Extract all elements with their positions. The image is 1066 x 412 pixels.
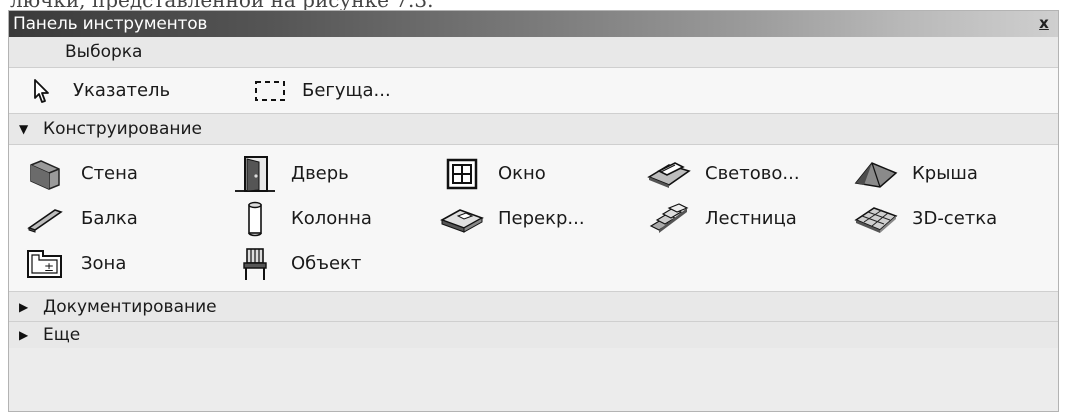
tool-pointer[interactable]: Указатель [27, 71, 252, 111]
selection-tools-row: Указатель Бегуща... [9, 68, 1058, 114]
tool-stair-label: Лестница [705, 208, 797, 229]
svg-text:±: ± [44, 260, 54, 274]
beam-icon [23, 201, 67, 237]
tool-beam-label: Балка [81, 208, 138, 229]
tool-roof[interactable]: Крыша [854, 154, 1044, 194]
object-icon [233, 246, 277, 282]
chevron-right-icon: ▶ [19, 299, 29, 314]
tool-skylight-label: Светово... [705, 163, 800, 184]
marquee-icon [252, 73, 288, 109]
window-icon [440, 156, 484, 192]
construction-tools-row: Стена Дверь Окно Светово... Крыша [23, 151, 1058, 196]
tool-skylight[interactable]: Светово... [647, 154, 854, 194]
tool-window-label: Окно [498, 163, 546, 184]
construction-tools-row: Балка Колонна Перекр... Лестница 3D-сетк… [23, 196, 1058, 241]
stair-icon [647, 201, 691, 237]
section-selection-label: Выборка [65, 42, 143, 62]
mesh-icon [854, 201, 898, 237]
zone-icon: ± [23, 246, 67, 282]
tool-object[interactable]: Объект [233, 244, 440, 284]
tool-marquee-label: Бегуща... [302, 80, 391, 101]
tool-object-label: Объект [291, 253, 362, 274]
chevron-right-icon: ▶ [19, 328, 29, 342]
column-icon [233, 201, 277, 237]
wall-icon [23, 156, 67, 192]
tool-pointer-label: Указатель [73, 80, 171, 101]
tool-mesh-label: 3D-сетка [912, 208, 998, 229]
tool-wall-label: Стена [81, 163, 138, 184]
panel-titlebar[interactable]: Панель инструментов x [9, 11, 1058, 37]
tool-door-label: Дверь [291, 163, 349, 184]
panel-title: Панель инструментов [13, 14, 208, 34]
door-icon [233, 155, 277, 192]
tool-column[interactable]: Колонна [233, 199, 440, 239]
tool-column-label: Колонна [291, 208, 372, 229]
tool-stair[interactable]: Лестница [647, 199, 854, 239]
section-more-header[interactable]: ▶ Еще [9, 322, 1058, 348]
tool-slab[interactable]: Перекр... [440, 199, 647, 239]
pointer-arrow-icon [27, 73, 57, 109]
construction-tools-grid: Стена Дверь Окно Светово... Крыша Балка … [9, 145, 1058, 292]
slab-icon [440, 201, 484, 237]
section-selection-header[interactable]: Выборка [9, 37, 1058, 68]
tool-marquee[interactable]: Бегуща... [252, 71, 391, 111]
chevron-down-icon: ▼ [19, 122, 29, 136]
tool-zone[interactable]: ± Зона [23, 244, 233, 284]
section-construction-header[interactable]: ▼ Конструирование [9, 114, 1058, 145]
skylight-icon [647, 156, 691, 192]
tool-mesh[interactable]: 3D-сетка [854, 199, 1044, 239]
section-more-label: Еще [43, 325, 81, 345]
close-icon[interactable]: x [1036, 16, 1052, 32]
section-construction-label: Конструирование [43, 119, 202, 139]
tool-door[interactable]: Дверь [233, 154, 440, 194]
toolbox-panel: Панель инструментов x Выборка Указатель … [8, 10, 1059, 412]
tool-wall[interactable]: Стена [23, 154, 233, 194]
tool-roof-label: Крыша [912, 163, 978, 184]
construction-tools-row: ± Зона Объект [23, 241, 1058, 286]
section-documentation-label: Документирование [43, 296, 217, 317]
tool-window[interactable]: Окно [440, 154, 647, 194]
tool-beam[interactable]: Балка [23, 199, 233, 239]
roof-icon [854, 156, 898, 192]
tool-zone-label: Зона [81, 253, 127, 274]
section-documentation-header[interactable]: ▶ Документирование [9, 292, 1058, 322]
tool-slab-label: Перекр... [498, 208, 585, 229]
